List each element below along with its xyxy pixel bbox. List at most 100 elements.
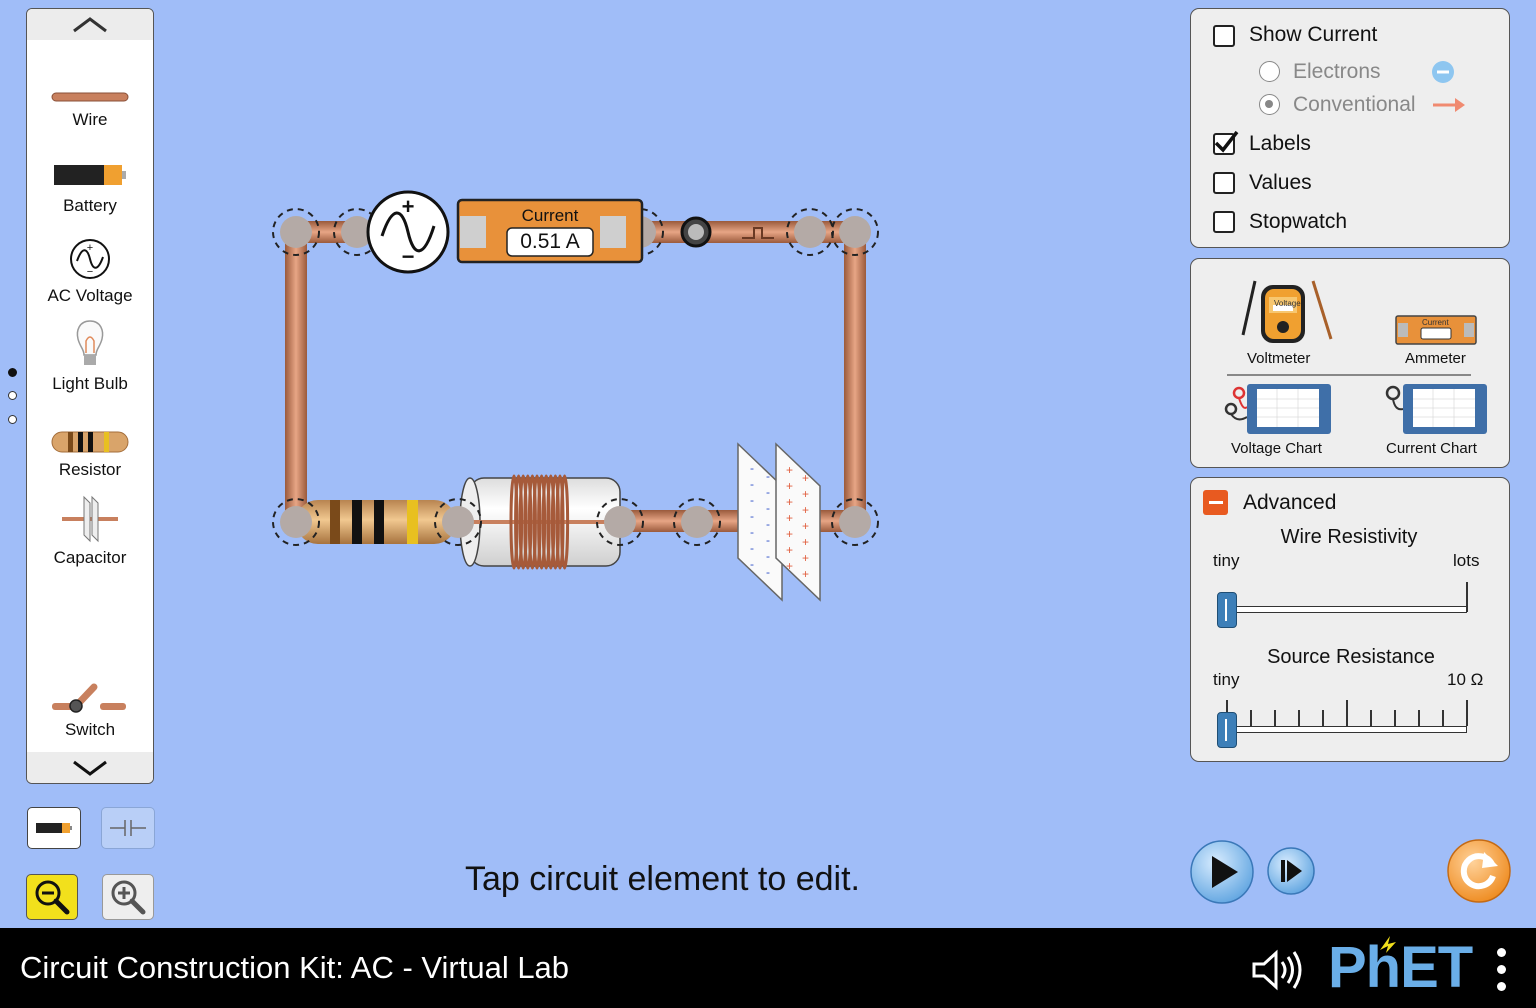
wire-resistivity-track[interactable] [1225, 606, 1467, 613]
minus-icon [1208, 501, 1223, 504]
slider-tick [1442, 710, 1444, 726]
values-checkbox[interactable] [1213, 172, 1235, 194]
show-current-label: Show Current [1249, 23, 1378, 46]
voltage-chart-tool[interactable] [1221, 381, 1333, 437]
phet-logo-bolt-icon [1380, 936, 1396, 953]
source-resistance-max: 10 Ω [1447, 670, 1484, 689]
svg-text:+: + [802, 503, 809, 517]
svg-text:-: - [750, 557, 754, 571]
arrow-right-icon [1433, 98, 1465, 112]
stopwatch-checkbox[interactable] [1213, 211, 1235, 233]
wire-resistivity-min: tiny [1213, 551, 1240, 570]
current-chart-label: Current Chart [1386, 440, 1477, 457]
conventional-label: Conventional [1293, 93, 1416, 116]
svg-text:+: + [786, 543, 793, 557]
collapse-advanced-button[interactable] [1203, 490, 1228, 515]
labels-checkbox[interactable] [1213, 130, 1239, 155]
sensor-tools-panel: Voltage Voltmeter Current Ammeter Voltag… [1190, 258, 1510, 468]
conventional-radio[interactable] [1259, 94, 1280, 115]
wire-left-vertical[interactable] [285, 232, 307, 522]
step-forward-button[interactable] [1266, 846, 1316, 896]
sound-toggle-button[interactable] [1250, 948, 1306, 992]
voltage-chart-label: Voltage Chart [1231, 440, 1322, 457]
svg-text:+: + [786, 559, 793, 573]
junction[interactable] [794, 216, 826, 248]
svg-text:+: + [802, 471, 809, 485]
svg-text:-: - [766, 533, 770, 547]
svg-text:+: + [802, 519, 809, 533]
svg-text:-: - [766, 469, 770, 483]
svg-text:+: + [786, 511, 793, 525]
electrons-radio[interactable] [1259, 61, 1280, 82]
circuit-canvas[interactable]: -------------- ++++++++++++++ + − [0, 0, 1180, 920]
junction[interactable] [442, 506, 474, 538]
junction[interactable] [839, 506, 871, 538]
current-chart-tool[interactable] [1377, 381, 1489, 437]
source-resistance-track[interactable] [1225, 726, 1467, 733]
wire-resistivity-thumb[interactable] [1217, 592, 1237, 628]
slider-tick [1274, 710, 1276, 726]
wire-resistivity-title: Wire Resistivity [1280, 526, 1418, 548]
svg-text:−: − [402, 244, 415, 269]
svg-text:+: + [786, 495, 793, 509]
slider-tick [1322, 710, 1324, 726]
speaker-icon [1252, 949, 1278, 991]
svg-text:-: - [750, 461, 754, 475]
svg-text:-: - [766, 517, 770, 531]
svg-text:-: - [750, 509, 754, 523]
svg-text:+: + [786, 463, 793, 477]
slider-tick [1298, 710, 1300, 726]
svg-text:-: - [750, 477, 754, 491]
advanced-panel: Advanced Wire Resistivity tiny lots Sour… [1190, 477, 1510, 762]
svg-text:-: - [766, 549, 770, 563]
phet-menu-button[interactable] [1496, 948, 1508, 992]
display-options-panel: Show Current Electrons Conventional Labe… [1190, 8, 1510, 248]
svg-text:+: + [786, 527, 793, 541]
junction[interactable] [280, 506, 312, 538]
junction[interactable] [681, 506, 713, 538]
svg-text:+: + [402, 194, 415, 219]
svg-text:+: + [786, 479, 793, 493]
junction[interactable] [280, 216, 312, 248]
tools-divider [1227, 374, 1471, 376]
svg-text:+: + [802, 567, 809, 581]
values-label: Values [1249, 171, 1312, 194]
source-resistance-min: tiny [1213, 670, 1240, 689]
reset-all-button[interactable] [1446, 838, 1512, 904]
switch-component[interactable] [640, 216, 810, 248]
electrons-label: Electrons [1293, 60, 1381, 83]
wire-resistivity-max: lots [1453, 551, 1480, 570]
source-resistance-title: Source Resistance [1267, 646, 1435, 668]
sim-title: Circuit Construction Kit: AC - Virtual L… [20, 950, 570, 985]
svg-text:-: - [750, 541, 754, 555]
slider-tick [1418, 710, 1420, 726]
play-button[interactable] [1188, 838, 1256, 906]
checkmark-icon [1214, 130, 1239, 153]
stopwatch-label: Stopwatch [1249, 210, 1348, 233]
slider-tick [1250, 710, 1252, 726]
phet-logo[interactable]: PhET [1328, 934, 1473, 1001]
voltmeter-label: Voltmeter [1247, 350, 1311, 367]
voltmeter-tool[interactable] [1225, 273, 1337, 349]
wire-resistivity-tick [1466, 582, 1468, 612]
navigation-bar: Circuit Construction Kit: AC - Virtual L… [0, 928, 1536, 1008]
capacitor-component[interactable]: -------------- ++++++++++++++ [737, 442, 821, 602]
ammeter-reading: 0.51 A [520, 230, 580, 253]
slider-tick [1346, 700, 1348, 726]
junction[interactable] [604, 506, 636, 538]
ammeter-tool-screen-label: Current [1422, 318, 1449, 327]
show-current-checkbox[interactable] [1213, 25, 1235, 47]
advanced-title: Advanced [1243, 491, 1337, 514]
ammeter-title: Current [521, 206, 579, 225]
source-resistance-thumb[interactable] [1217, 712, 1237, 748]
slider-tick [1466, 700, 1468, 726]
svg-text:-: - [750, 493, 754, 507]
voltmeter-screen-label: Voltage [1274, 299, 1301, 308]
svg-text:-: - [766, 565, 770, 579]
junction[interactable] [839, 216, 871, 248]
labels-label: Labels [1249, 132, 1311, 155]
electron-icon [1432, 61, 1454, 83]
svg-text:-: - [766, 485, 770, 499]
wire-right-vertical[interactable] [844, 232, 866, 522]
ac-voltage-source[interactable]: + − [366, 190, 450, 274]
